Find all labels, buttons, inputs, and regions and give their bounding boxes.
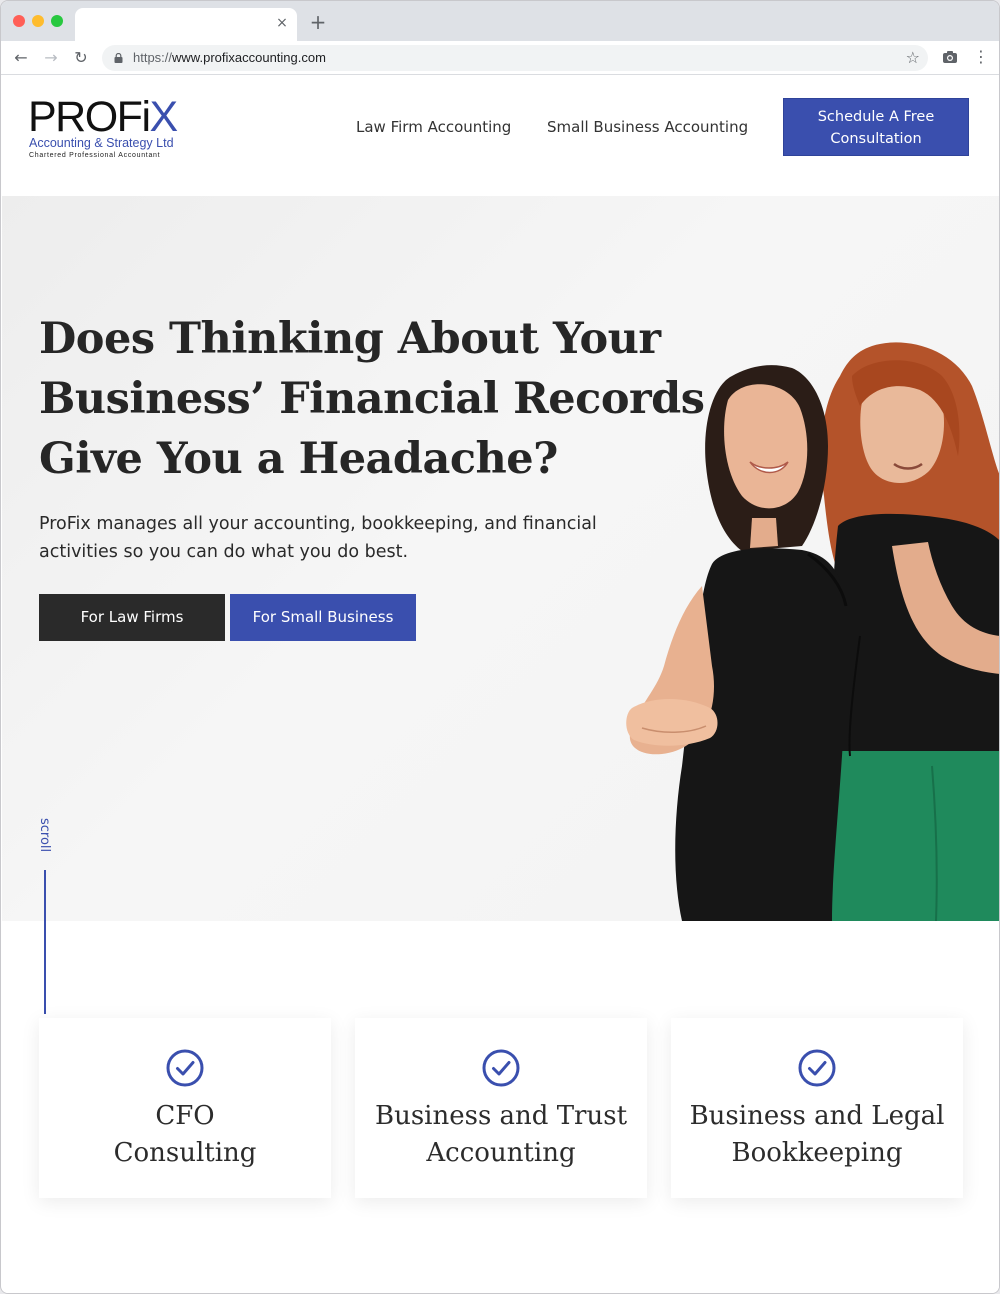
logo-wordmark: PROFiX [28,93,178,141]
service-card-business-legal-bookkeeping[interactable]: Business and Legal Bookkeeping [671,1018,963,1198]
hero-section: Does Thinking About Your Business’ Finan… [2,196,999,921]
lock-icon [114,53,123,63]
tab-close-icon[interactable]: × [275,16,289,30]
url-text: https://www.profixaccounting.com [133,50,326,65]
cta-line-2: Consultation [830,131,922,147]
woman-left-figure [626,365,848,921]
service-card-cfo-consulting[interactable]: CFO Consulting [39,1018,331,1198]
check-circle-icon [166,1049,204,1087]
hero-description: ProFix manages all your accounting, book… [39,514,597,562]
browser-toolbar: ← → ↻ https://www.profixaccounting.com ☆ [1,41,999,75]
maximize-window-button[interactable] [51,15,63,27]
logo-subtitle: Accounting & Strategy Ltd [29,136,174,150]
service-card-title: Business and Legal Bookkeeping [689,1101,945,1168]
forward-arrow-icon[interactable]: → [42,49,60,67]
tab-bar: × + [1,1,999,41]
camera-icon[interactable] [942,49,958,65]
bookmark-star-icon[interactable]: ☆ [906,49,920,67]
service-card-business-trust-accounting[interactable]: Business and Trust Accounting [355,1018,647,1198]
hero-photo [626,342,999,921]
browser-window: × + ← → ↻ https://www.profixaccounting.c… [0,0,1000,1294]
nav-link-small-business-accounting[interactable]: Small Business Accounting [547,117,748,137]
browser-menu-icon[interactable]: ⋮ [973,48,989,66]
site-logo[interactable]: PROFiX Accounting & Strategy Ltd Charter… [28,95,188,165]
minimize-window-button[interactable] [32,15,44,27]
cta-line-1: Schedule A Free [817,109,935,125]
scroll-indicator-label[interactable]: scroll [37,818,52,856]
check-circle-icon [798,1049,836,1087]
back-arrow-icon[interactable]: ← [12,49,30,67]
service-card-title: CFO Consulting [113,1101,257,1168]
web-page: PROFiX Accounting & Strategy Ltd Charter… [2,76,999,1293]
schedule-consultation-button[interactable]: Schedule A Free Consultation [783,98,969,156]
nav-link-law-firm-accounting[interactable]: Law Firm Accounting [356,117,511,137]
close-window-button[interactable] [13,15,25,27]
service-card-title: Business and Trust Accounting [374,1101,628,1168]
browser-tab[interactable]: × [75,8,297,41]
logo-tagline: Chartered Professional Accountant [29,152,161,159]
check-circle-icon [482,1049,520,1087]
new-tab-button[interactable]: + [309,12,327,32]
scroll-indicator-line [44,870,46,1014]
for-small-business-button[interactable]: For Small Business [230,594,416,641]
address-bar[interactable]: https://www.profixaccounting.com ☆ [102,45,928,71]
reload-icon[interactable]: ↻ [72,49,90,67]
for-law-firms-button[interactable]: For Law Firms [39,594,225,641]
